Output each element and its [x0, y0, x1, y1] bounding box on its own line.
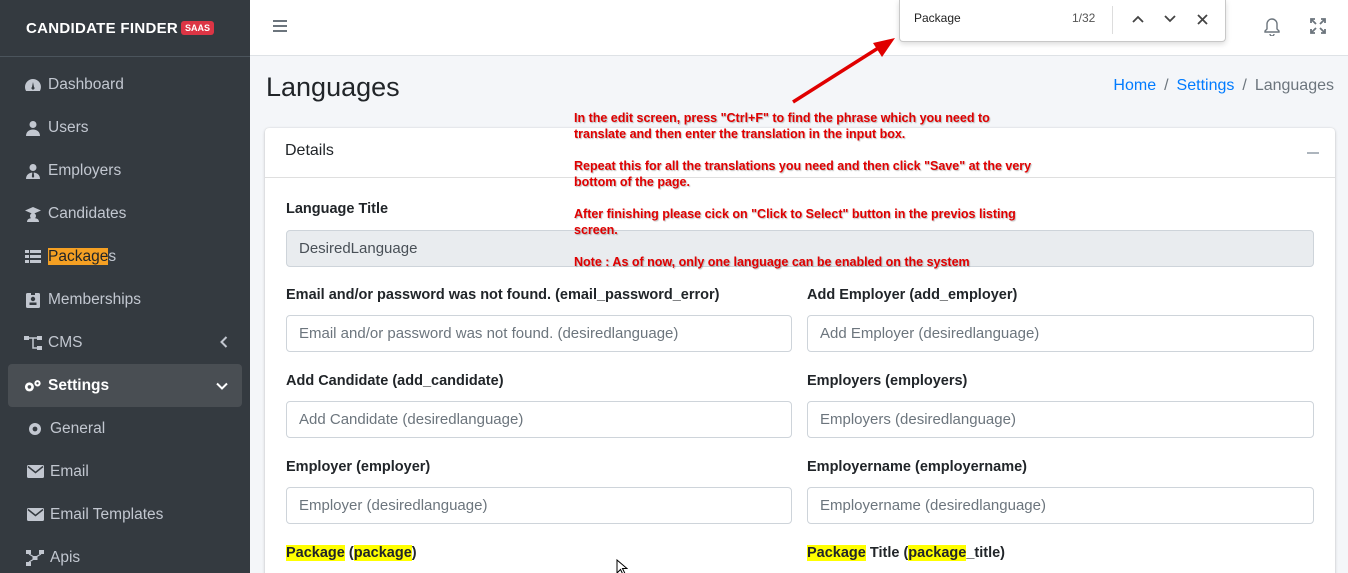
instruction-annotation: In the edit screen, press "Ctrl+F" to fi…	[574, 110, 1044, 286]
add-employer-input[interactable]	[807, 315, 1314, 352]
sidebar-item-label: Employers	[48, 161, 122, 179]
mouse-cursor-icon	[616, 559, 628, 573]
fullscreen-icon[interactable]	[1310, 18, 1326, 39]
network-icon	[26, 549, 44, 566]
find-match-count: 1/32	[1072, 11, 1096, 25]
sidebar-item-settings[interactable]: Settings	[8, 364, 242, 407]
sidebar-item-label: Users	[48, 118, 89, 136]
find-bar: 1/32	[899, 0, 1226, 42]
hamburger-menu-icon[interactable]	[272, 18, 288, 39]
email-password-error-input[interactable]	[286, 315, 792, 352]
close-icon[interactable]	[1193, 10, 1211, 28]
employers-input[interactable]	[807, 401, 1314, 438]
brand[interactable]: CANDIDATE FINDER SAAS	[0, 0, 250, 57]
search-match-highlight: package	[908, 545, 967, 561]
annotation-line: Repeat this for all the translations you…	[574, 159, 1032, 189]
field-label: Employers (employers)	[807, 373, 968, 389]
sidebar-item-label: Settings	[48, 376, 110, 394]
sidebar-item-label: Email Templates	[50, 505, 164, 523]
brand-badge: SAAS	[181, 21, 215, 35]
sidebar-item-label: CMS	[48, 333, 83, 351]
field-label: Add Employer (add_employer)	[807, 287, 1018, 303]
sidebar-item-label: Apis	[50, 548, 81, 566]
collapse-minus-icon[interactable]	[1307, 152, 1319, 154]
sidebar-item-label-rest: s	[108, 247, 117, 265]
sidebar-item-label: General	[50, 419, 106, 437]
sidebar-item-memberships[interactable]: Memberships	[8, 278, 242, 321]
field-label: Employername (employername)	[807, 459, 1027, 475]
brand-logo-text: CANDIDATE FINDER	[26, 19, 179, 37]
annotation-arrow-icon	[792, 38, 895, 104]
sidebar-nav: Dashboard Users Employers Candidates Pac…	[0, 57, 250, 573]
breadcrumb-home[interactable]: Home	[1113, 77, 1156, 95]
sidebar-item-email[interactable]: Email	[8, 450, 242, 493]
envelope-icon	[26, 507, 44, 523]
user-icon	[24, 120, 42, 136]
sidebar-item-label: Candidates	[48, 204, 127, 222]
sidebar-item-employers[interactable]: Employers	[8, 149, 242, 192]
annotation-line: In the edit screen, press "Ctrl+F" to fi…	[574, 111, 990, 141]
gears-icon	[24, 378, 42, 394]
sidebar-item-packages[interactable]: Packages	[8, 235, 242, 278]
brand-logo[interactable]: CANDIDATE FINDER SAAS	[26, 19, 215, 37]
chevron-down-icon	[216, 378, 228, 396]
field-label: Employer (employer)	[286, 459, 431, 475]
language-title-label: Language Title	[286, 201, 389, 217]
graduation-cap-icon	[24, 206, 42, 222]
breadcrumb: Home / Settings / Languages	[1113, 77, 1334, 95]
breadcrumb-separator: /	[1242, 77, 1247, 94]
field-label: Email and/or password was not found. (em…	[286, 287, 720, 303]
field-label: Add Candidate (add_candidate)	[286, 373, 504, 389]
find-input[interactable]	[914, 8, 1064, 28]
label-text: _title)	[966, 545, 1006, 561]
package-title-field-label: Package Title (package_title)	[807, 545, 1005, 561]
sidebar-item-email-templates[interactable]: Email Templates	[8, 493, 242, 536]
label-text: Title (	[865, 545, 909, 561]
envelope-icon	[26, 464, 44, 480]
sidebar-item-cms[interactable]: CMS	[8, 321, 242, 364]
sidebar-item-general[interactable]: General	[8, 407, 242, 450]
employername-input[interactable]	[807, 487, 1314, 524]
card-title: Details	[285, 142, 334, 159]
label-text: (	[344, 545, 354, 561]
breadcrumb-current: Languages	[1254, 77, 1334, 94]
sidebar-item-candidates[interactable]: Candidates	[8, 192, 242, 235]
annotation-line: After finishing please cick on "Click to…	[574, 207, 1016, 237]
add-candidate-input[interactable]	[286, 401, 792, 438]
sidebar-item-label: Packages	[48, 247, 117, 266]
sidebar-item-users[interactable]: Users	[8, 106, 242, 149]
sidebar-item-label: Memberships	[48, 290, 142, 308]
sitemap-icon	[24, 335, 42, 351]
sidebar-item-dashboard[interactable]: Dashboard	[8, 63, 242, 106]
find-divider	[1112, 6, 1113, 34]
employer-input[interactable]	[286, 487, 792, 524]
search-match-highlight: Package	[807, 545, 866, 561]
breadcrumb-settings[interactable]: Settings	[1177, 77, 1235, 95]
sidebar-item-label: Dashboard	[48, 75, 124, 93]
breadcrumb-separator: /	[1164, 77, 1169, 94]
sidebar-item-label: Email	[50, 462, 89, 480]
page-title: Languages	[266, 72, 400, 102]
search-match-highlight: Package	[48, 247, 109, 265]
user-tie-icon	[24, 163, 42, 179]
search-match-highlight: package	[353, 545, 412, 561]
package-field-label: Package (package)	[286, 545, 417, 561]
chevron-down-icon[interactable]	[1161, 10, 1179, 28]
chevron-up-icon[interactable]	[1129, 10, 1147, 28]
sidebar: CANDIDATE FINDER SAAS Dashboard Users Em…	[0, 0, 250, 573]
chevron-left-icon	[220, 335, 228, 353]
gear-icon	[26, 421, 44, 437]
label-text: )	[411, 545, 417, 561]
id-badge-icon	[24, 291, 42, 308]
sidebar-item-apis[interactable]: Apis	[8, 536, 242, 573]
tachometer-icon	[24, 77, 42, 93]
bell-icon[interactable]	[1264, 18, 1280, 41]
search-match-highlight: Package	[286, 545, 345, 561]
annotation-line: Note : As of now, only one language can …	[574, 255, 970, 269]
list-icon	[24, 249, 42, 265]
